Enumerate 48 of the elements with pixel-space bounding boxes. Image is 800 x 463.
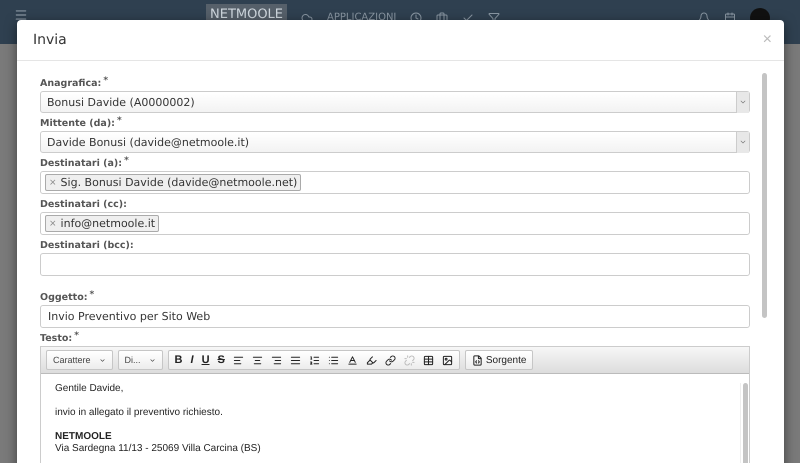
editor-paragraph: NETMOOLE [55,431,113,442]
input-field[interactable]: Invio Preventivo per Sito Web [40,305,750,328]
field-label: Mittente (da): [40,118,115,129]
document-icon [472,354,483,366]
input-field[interactable]: × Sig. Bonusi Davide (davide@netmoole.net) [40,171,750,194]
caret-icon [98,356,106,364]
field-label: Destinatari (cc): [40,199,127,210]
align-center-icon [252,354,263,366]
unlink-icon [404,354,415,366]
required-mark: * [74,333,79,343]
caret-icon [739,138,747,146]
select-field[interactable]: Bonusi Davide (A0000002) [40,91,750,113]
caret-icon [148,356,156,364]
table-icon [422,354,434,366]
caret-icon [739,98,747,106]
required-mark: * [116,118,122,128]
field-label: Destinatari (bcc): [40,240,134,251]
required-mark: * [103,78,108,88]
field-label: Testo: [40,333,72,344]
field-label: Oggetto: [40,292,88,303]
editor-paragraph: Gentile Davide, [55,383,124,394]
editor-paragraph: invio in allegato il preventivo richiesto. [55,407,224,418]
align-left-icon [232,354,244,366]
field-label: Destinatari (a): [40,158,122,169]
scrollbar[interactable] [762,73,767,318]
field-label: Anagrafica: [40,78,102,89]
text-color-icon [346,354,358,366]
highlighter-icon [366,354,377,366]
recipient-tag: × Sig. Bonusi Davide (davide@netmoole.net) [45,174,302,191]
format-button[interactable]: S [214,352,229,368]
align-right-icon [270,354,282,366]
select-field[interactable]: Davide Bonusi (davide@netmoole.it) [40,131,750,153]
menu-icon[interactable] [14,8,28,22]
link-icon [384,354,396,366]
format-button[interactable]: B [170,352,186,368]
input-field[interactable]: × info@netmoole.it [40,212,750,235]
numbered-list-icon [308,354,320,366]
required-mark: * [124,158,129,168]
dialog-title: Invia [33,32,67,48]
input-field[interactable] [40,253,750,276]
align-justify-icon [290,354,301,366]
format-button[interactable]: I [186,352,198,368]
required-mark: * [90,292,94,302]
format-button[interactable]: U [198,352,214,368]
text-editor[interactable]: Carattere Di... B I U S Sorgente Gentile Davide, invio in allegato il preventivo richiesto. NETMOOLE Via Sardegna 11/13 - 25069 Villa Carcina (BS) [40,346,750,463]
image-icon [442,354,453,366]
editor-paragraph: Via Sardegna 11/13 - 25069 Villa Carcina (BS) [55,443,262,454]
recipient-tag: × info@netmoole.it [45,215,160,232]
